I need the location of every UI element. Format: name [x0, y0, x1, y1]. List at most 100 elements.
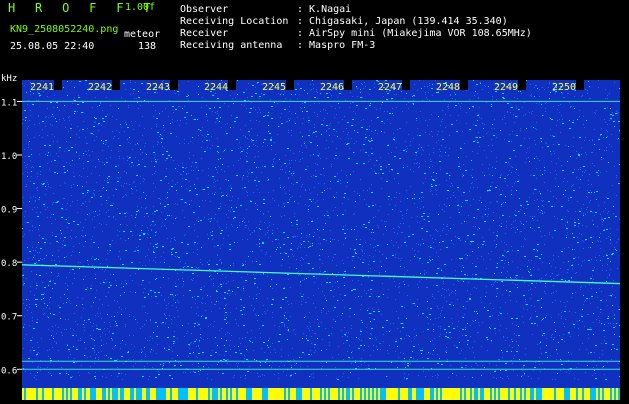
noise-pixel: [491, 128, 492, 129]
noise-pixel: [164, 178, 165, 179]
noise-pixel: [107, 182, 109, 183]
noise-pixel: [231, 150, 233, 151]
noise-pixel: [225, 277, 226, 278]
noise-pixel: [545, 317, 546, 318]
noise-pixel: [275, 239, 277, 240]
noise-pixel: [601, 157, 602, 158]
noise-pixel: [363, 149, 364, 150]
noise-pixel: [294, 329, 295, 330]
noise-pixel: [418, 287, 419, 288]
noise-pixel: [333, 129, 335, 130]
noise-pixel: [200, 259, 201, 260]
noise-pixel: [351, 363, 352, 364]
noise-pixel: [82, 298, 83, 299]
noise-pixel: [275, 352, 276, 353]
noise-pixel: [313, 236, 314, 237]
noise-pixel: [72, 376, 73, 377]
noise-pixel: [524, 373, 525, 374]
noise-pixel: [238, 346, 239, 347]
noise-pixel: [432, 136, 433, 137]
noise-pixel: [119, 251, 120, 252]
noise-pixel: [221, 262, 222, 263]
noise-pixel: [401, 339, 402, 340]
noise-pixel: [537, 300, 539, 301]
noise-pixel: [449, 304, 451, 305]
noise-pixel: [79, 155, 80, 156]
noise-pixel: [557, 142, 558, 143]
noise-pixel: [121, 373, 122, 374]
noise-pixel: [592, 375, 593, 376]
noise-pixel: [30, 197, 31, 198]
noise-pixel: [546, 345, 547, 346]
noise-pixel: [129, 158, 130, 159]
noise-pixel: [127, 160, 128, 161]
noise-pixel: [233, 165, 234, 166]
noise-pixel: [184, 143, 185, 144]
noise-pixel: [59, 261, 60, 262]
noise-pixel: [586, 298, 588, 299]
noise-pixel: [500, 370, 501, 371]
noise-pixel: [41, 183, 42, 184]
noise-pixel: [371, 168, 372, 169]
noise-pixel: [272, 198, 273, 199]
noise-pixel: [30, 340, 32, 341]
noise-pixel: [36, 262, 37, 263]
noise-pixel: [531, 323, 533, 324]
noise-pixel: [360, 97, 362, 98]
noise-pixel: [275, 154, 276, 155]
noise-pixel: [51, 223, 52, 224]
noise-pixel: [449, 294, 450, 295]
noise-pixel: [23, 303, 24, 304]
noise-pixel: [557, 373, 558, 374]
noise-pixel: [511, 166, 512, 167]
noise-pixel: [335, 207, 336, 208]
noise-pixel: [388, 164, 390, 165]
noise-pixel: [114, 346, 115, 347]
noise-pixel: [447, 359, 448, 360]
noise-pixel: [600, 134, 602, 135]
noise-pixel: [209, 269, 210, 270]
noise-pixel: [474, 287, 475, 288]
noise-pixel: [248, 181, 249, 182]
noise-pixel: [491, 139, 492, 140]
noise-pixel: [55, 202, 56, 203]
noise-pixel: [106, 190, 107, 191]
noise-pixel: [51, 116, 52, 117]
noise-pixel: [82, 102, 84, 103]
noise-pixel: [351, 352, 352, 353]
noise-pixel: [175, 218, 176, 219]
noise-pixel: [29, 300, 30, 301]
noise-pixel: [311, 354, 312, 355]
noise-pixel: [35, 304, 37, 305]
noise-pixel: [386, 181, 388, 182]
noise-pixel: [533, 127, 534, 128]
noise-pixel: [139, 239, 141, 240]
noise-pixel: [293, 236, 294, 237]
noise-pixel: [177, 193, 178, 194]
noise-pixel: [593, 236, 594, 237]
noise-pixel: [379, 274, 380, 275]
noise-pixel: [197, 296, 199, 297]
noise-pixel: [318, 323, 319, 324]
noise-pixel: [125, 308, 126, 309]
noise-pixel: [66, 148, 67, 149]
noise-pixel: [281, 356, 282, 357]
noise-pixel: [536, 85, 537, 86]
noise-pixel: [477, 209, 479, 210]
noise-pixel: [436, 230, 437, 231]
noise-pixel: [270, 352, 271, 353]
noise-pixel: [300, 366, 301, 367]
noise-pixel: [377, 245, 379, 246]
noise-pixel: [249, 135, 250, 136]
noise-pixel: [322, 366, 323, 367]
noise-pixel: [578, 179, 579, 180]
noise-pixel: [25, 120, 26, 121]
noise-pixel: [472, 169, 473, 170]
noise-pixel: [226, 317, 227, 318]
noise-pixel: [534, 96, 535, 97]
noise-pixel: [185, 179, 187, 180]
noise-pixel: [107, 114, 108, 115]
noise-pixel: [249, 296, 250, 297]
noise-pixel: [287, 202, 289, 203]
noise-pixel: [397, 328, 398, 329]
